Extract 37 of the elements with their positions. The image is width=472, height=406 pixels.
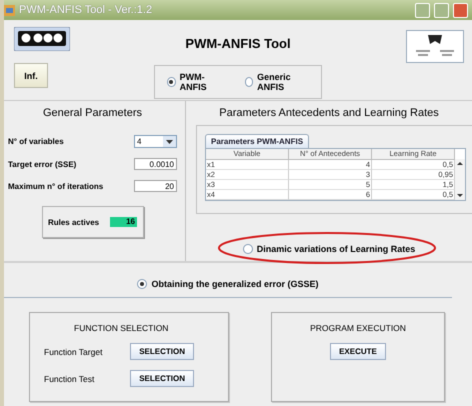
input-field[interactable]: 20 [134, 180, 177, 192]
panel-title: General Parameters [42, 107, 144, 119]
radio-label: PWM-ANFIS [180, 72, 208, 92]
radio-label: Generic ANFIS [257, 72, 292, 92]
caret-icon [166, 140, 173, 144]
group-title: PROGRAM EXECUTION [309, 323, 407, 333]
app-title: PWM-ANFIS Tool [185, 36, 291, 51]
license-logo-icon [14, 27, 70, 51]
scroll-down-icon[interactable] [455, 191, 465, 200]
group-title: FUNCTION SELECTION [73, 323, 170, 333]
scroll-up-icon[interactable] [455, 159, 465, 168]
panel-title: Parameters Antecedents and Learning Rates [218, 107, 440, 119]
field-label: Rules actives [48, 218, 100, 226]
app-icon [4, 4, 15, 16]
scrollbar[interactable] [455, 159, 465, 200]
field-label: Target error (SSE) [8, 160, 76, 168]
selection-button[interactable]: SELECTION [130, 343, 194, 360]
function-label: Function Target [44, 346, 102, 356]
rules-count: 16 [110, 217, 138, 227]
radio-button[interactable] [137, 279, 148, 289]
function-label: Function Test [44, 374, 94, 384]
window-title: PWM-ANFIS Tool - Ver.:1.2 [19, 4, 154, 16]
input-field[interactable]: 0.0010 [134, 158, 177, 170]
mode-option[interactable]: PWM-ANFIS [167, 72, 222, 92]
info-button[interactable]: Inf. [14, 63, 48, 88]
field-label: Maximum n° of iterations [8, 182, 104, 190]
selection-button[interactable]: SELECTION [130, 370, 194, 387]
university-logo-icon [406, 30, 464, 63]
execute-button[interactable]: EXECUTE [330, 343, 386, 360]
mode-option[interactable]: Generic ANFIS [244, 72, 309, 92]
field-label: N° of variables [8, 137, 64, 146]
close-button[interactable] [453, 2, 468, 18]
tab[interactable]: Parameters PWM-ANFIS [205, 134, 310, 148]
radio-button[interactable] [244, 77, 254, 87]
variables-dropdown[interactable]: 4 [134, 135, 177, 148]
radio-button[interactable] [167, 77, 176, 87]
radio-button[interactable] [242, 244, 253, 254]
